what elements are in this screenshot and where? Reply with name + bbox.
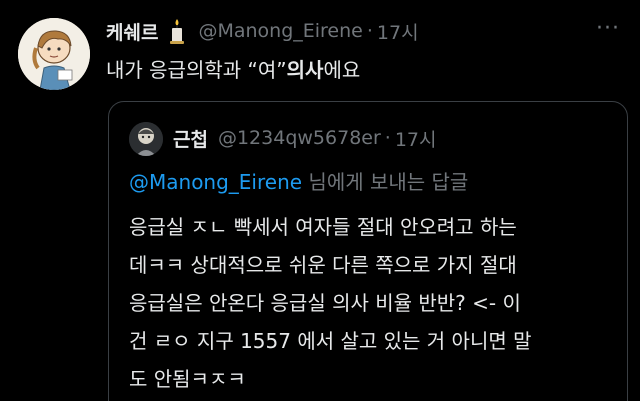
candle-icon	[166, 18, 188, 44]
quoted-display-name[interactable]: 근첩	[173, 125, 208, 152]
avatar-illustration	[18, 18, 90, 90]
quoted-tweet-header: 근첩 @1234qw5678er · 17시	[173, 121, 437, 155]
quoted-tweet-text: 응급실 ㅈㄴ 빡세서 여자들 절대 안오려고 하는 데ㅋㅋ 상대적으로 쉬운 다…	[129, 208, 619, 398]
display-name[interactable]: 케쉐르	[106, 18, 158, 45]
author-avatar[interactable]	[18, 18, 90, 90]
more-horizontal-icon[interactable]: ···	[596, 16, 620, 41]
tweet-text: 내가 응급의학과 “여”의사에요	[106, 54, 360, 83]
quoted-tweet-card[interactable]: 근첩 @1234qw5678er · 17시 @Manong_Eirene 님에…	[108, 101, 628, 401]
meta-separator: ·	[366, 20, 373, 42]
quoted-author-avatar[interactable]	[129, 122, 163, 156]
quoted-text-line: 건 ㄹㅇ 지구 1557 에서 살고 있는 거 아니면 말	[129, 329, 532, 353]
quoted-timestamp[interactable]: 17시	[395, 125, 437, 152]
quoted-text-line: 도 안됨ㅋㅈㅋ	[129, 367, 246, 391]
reply-suffix: 님에게 보내는 답글	[302, 170, 469, 194]
quoted-text-line: 응급실은 안온다 응급실 의사 비율 반반? <- 이	[129, 291, 521, 315]
quoted-text-line: 응급실 ㅈㄴ 빡세서 여자들 절대 안오려고 하는	[129, 215, 517, 239]
quoted-text-line: 데ㅋㅋ 상대적으로 쉬운 다른 쪽으로 가지 절대	[129, 253, 517, 277]
reply-mention-link[interactable]: @Manong_Eirene	[129, 170, 302, 194]
tweet-text-bold: 의사	[286, 58, 324, 82]
quoted-avatar-illustration	[129, 122, 163, 156]
author-handle[interactable]: @Manong_Eirene	[198, 20, 362, 42]
tweet-header: 케쉐르 @Manong_Eirene · 17시 ···	[106, 14, 620, 48]
replying-to-line: @Manong_Eirene 님에게 보내는 답글	[129, 166, 468, 195]
tweet-timestamp[interactable]: 17시	[377, 18, 419, 45]
tweet-text-part-2: 에요	[323, 58, 361, 82]
quoted-author-handle[interactable]: @1234qw5678er	[218, 127, 381, 149]
tweet-text-part-1: 내가 응급의학과 “여”	[106, 58, 287, 82]
quoted-meta-separator: ·	[384, 127, 391, 149]
